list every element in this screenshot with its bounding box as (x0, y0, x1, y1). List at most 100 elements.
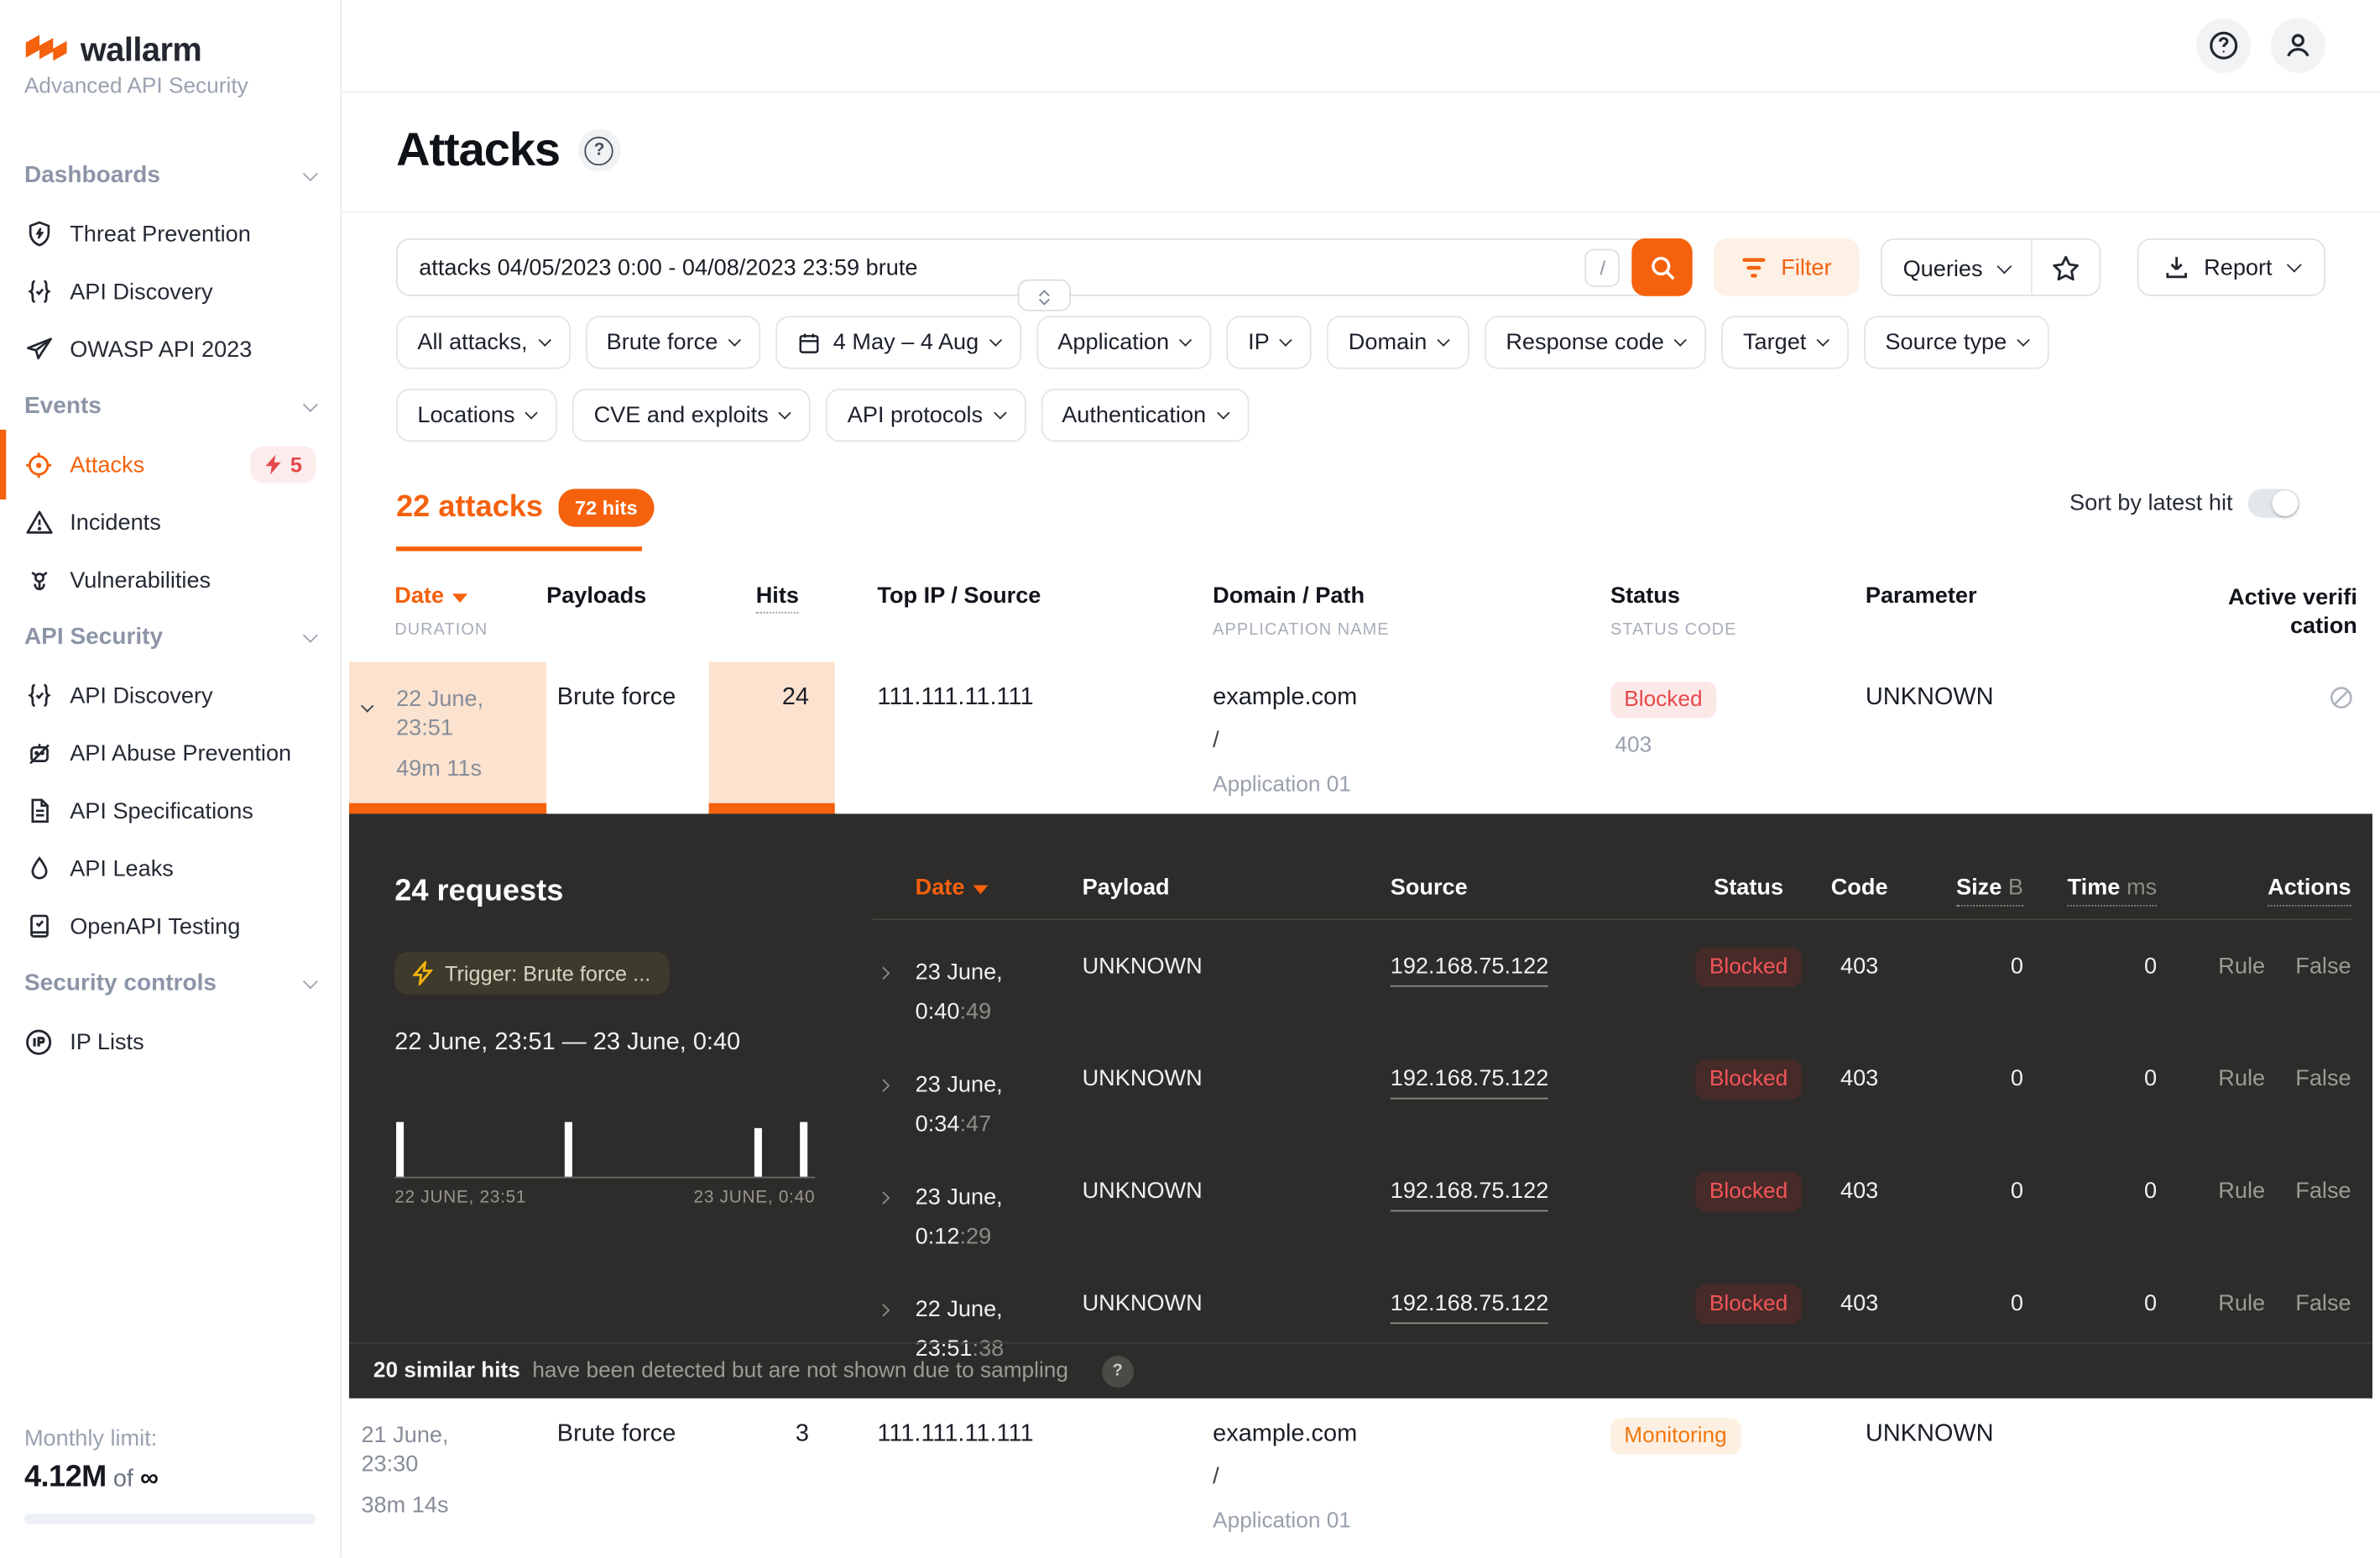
attack-hits[interactable]: 24 (709, 662, 835, 814)
attack-domain-cell[interactable]: example.com / Application 01 (1213, 1399, 1610, 1550)
sidebar-section-events[interactable]: Events (0, 378, 340, 436)
attack-payload[interactable]: Brute force (546, 1399, 709, 1550)
sidebar-item-api-abuse-prevention[interactable]: API Abuse Prevention (0, 724, 340, 782)
attack-hits[interactable]: 3 (709, 1399, 835, 1550)
false-link[interactable]: False (2295, 954, 2351, 980)
request-row[interactable]: 23 June,0:40:49 UNKNOWN 192.168.75.122 B… (873, 954, 2351, 1033)
filter-chip-ip[interactable]: IP (1227, 316, 1313, 369)
rule-link[interactable]: Rule (2218, 1179, 2265, 1205)
report-button[interactable]: Report (2137, 238, 2325, 296)
false-link[interactable]: False (2295, 1179, 2351, 1205)
column-header-payloads[interactable]: Payloads (546, 583, 709, 641)
false-link[interactable]: False (2295, 1066, 2351, 1092)
expand-chevron-icon[interactable] (873, 1290, 916, 1322)
column-header-top-ip[interactable]: Top IP / Source (835, 583, 1213, 641)
req-column-status[interactable]: Status (1686, 875, 1810, 901)
sidebar-item-api-leaks[interactable]: API Leaks (0, 839, 340, 897)
false-link[interactable]: False (2295, 1290, 2351, 1316)
request-source[interactable]: 192.168.75.122 (1391, 1179, 1679, 1205)
queries-button[interactable]: Queries (1882, 240, 2031, 296)
timeline-end-label: 23 JUNE, 0:40 (694, 1189, 816, 1207)
sidebar-item-ip-lists[interactable]: IP Lists (0, 1012, 340, 1070)
search-button[interactable] (1632, 238, 1693, 296)
filter-chip-response-code[interactable]: Response code (1485, 316, 1707, 369)
filter-chip-brute-force[interactable]: Brute force (585, 316, 760, 369)
filter-chip-cve-exploits[interactable]: CVE and exploits (572, 389, 811, 442)
filter-chip-source-type[interactable]: Source type (1864, 316, 2049, 369)
rule-link[interactable]: Rule (2218, 954, 2265, 980)
column-header-hits[interactable]: Hits (709, 583, 835, 641)
requests-table: Date Payload Source Status Code Size B T… (873, 813, 2372, 1341)
collapse-chevron-icon[interactable] (363, 689, 372, 718)
request-source[interactable]: 192.168.75.122 (1391, 1066, 1679, 1092)
sidebar-item-openapi-testing[interactable]: OpenAPI Testing (0, 897, 340, 955)
expand-chevron-icon[interactable] (873, 1179, 916, 1210)
req-column-code[interactable]: Code (1811, 875, 1908, 901)
filter-chip-application[interactable]: Application (1036, 316, 1212, 369)
attack-payload[interactable]: Brute force (546, 662, 709, 814)
column-header-status[interactable]: Status STATUS CODE (1610, 583, 1866, 641)
user-menu-button[interactable] (2271, 18, 2325, 73)
help-button[interactable] (2196, 18, 2251, 73)
req-column-actions[interactable]: Actions (2157, 875, 2351, 901)
rule-link[interactable]: Rule (2218, 1290, 2265, 1316)
chip-label: Application (1057, 329, 1169, 355)
column-header-active-verification[interactable]: Active verification (2169, 583, 2372, 641)
attack-row[interactable]: 21 June,23:30 38m 14s Brute force 3 111.… (349, 1399, 2372, 1550)
sidebar-item-threat-prevention[interactable]: Threat Prevention (0, 205, 340, 263)
trigger-chip[interactable]: Trigger: Brute force ... (394, 952, 669, 995)
filter-chip-all-attacks[interactable]: All attacks, (396, 316, 570, 369)
expand-chevron-icon[interactable] (873, 954, 916, 986)
sidebar-item-owasp-api-2023[interactable]: OWASP API 2023 (0, 321, 340, 379)
attack-domain-cell[interactable]: example.com / Application 01 (1213, 662, 1610, 814)
chevron-down-icon (989, 333, 1001, 346)
attack-top-ip[interactable]: 111.111.11.111 (835, 662, 1213, 814)
column-header-parameter[interactable]: Parameter (1866, 583, 2169, 641)
expand-chevron-icon[interactable] (873, 1066, 916, 1098)
sidebar-item-incidents[interactable]: Incidents (0, 494, 340, 552)
filter-chip-locations[interactable]: Locations (396, 389, 557, 442)
sidebar-item-api-specifications[interactable]: API Specifications (0, 782, 340, 839)
request-source[interactable]: 192.168.75.122 (1391, 954, 1679, 980)
attack-domain[interactable]: example.com (1213, 1421, 1610, 1449)
filter-chip-date-range[interactable]: 4 May – 4 Aug (775, 316, 1021, 369)
attack-date-cell[interactable]: 22 June,23:51 49m 11s (349, 662, 546, 814)
sidebar-item-vulnerabilities[interactable]: Vulnerabilities (0, 552, 340, 609)
req-column-size[interactable]: Size B (1908, 875, 2022, 901)
column-header-domain[interactable]: Domain / Path APPLICATION NAME (1213, 583, 1610, 641)
attack-row-expanded[interactable]: 22 June,23:51 49m 11s Brute force 24 111… (349, 662, 2372, 814)
filter-chip-domain[interactable]: Domain (1327, 316, 1469, 369)
request-row[interactable]: 23 June,0:12:29 UNKNOWN 192.168.75.122 B… (873, 1179, 2351, 1257)
req-column-time[interactable]: Time ms (2023, 875, 2157, 901)
sidebar-item-api-discovery-2[interactable]: API Discovery (0, 667, 340, 724)
search-expand-toggle[interactable] (1018, 280, 1071, 311)
attack-date-cell[interactable]: 21 June,23:30 38m 14s (349, 1399, 546, 1550)
sampling-help-button[interactable]: ? (1102, 1355, 1134, 1387)
sidebar-section-dashboards[interactable]: Dashboards (0, 147, 340, 205)
column-header-date[interactable]: Date DURATION (349, 583, 546, 641)
req-column-payload[interactable]: Payload (1083, 875, 1391, 901)
favorite-query-button[interactable] (2033, 240, 2099, 296)
sidebar-item-attacks[interactable]: Attacks 5 (0, 436, 340, 494)
attack-domain[interactable]: example.com (1213, 685, 1610, 713)
request-row[interactable]: 23 June,0:34:47 UNKNOWN 192.168.75.122 B… (873, 1066, 2351, 1145)
filter-chip-authentication[interactable]: Authentication (1041, 389, 1249, 442)
filter-button[interactable]: Filter (1715, 238, 1859, 296)
req-column-date[interactable]: Date (916, 875, 1083, 901)
sidebar-section-api-security[interactable]: API Security (0, 609, 340, 667)
attack-active-verification-cell[interactable] (2169, 662, 2372, 814)
filter-chip-target[interactable]: Target (1722, 316, 1849, 369)
sidebar-item-api-discovery[interactable]: API Discovery (0, 263, 340, 321)
rule-link[interactable]: Rule (2218, 1066, 2265, 1092)
shield-bolt-icon (24, 219, 53, 248)
sort-by-latest-hit-toggle[interactable] (2248, 489, 2299, 517)
req-column-source[interactable]: Source (1391, 875, 1679, 901)
filter-chip-api-protocols[interactable]: API protocols (826, 389, 1025, 442)
queries-group: Queries (1880, 238, 2101, 296)
slash-shortcut-hint: / (1585, 248, 1621, 286)
attack-top-ip[interactable]: 111.111.11.111 (835, 1399, 1213, 1550)
sidebar-section-security-controls[interactable]: Security controls (0, 955, 340, 1013)
page-help-button[interactable]: ? (578, 129, 621, 172)
search-input[interactable] (398, 254, 1585, 280)
request-source[interactable]: 192.168.75.122 (1391, 1290, 1679, 1316)
